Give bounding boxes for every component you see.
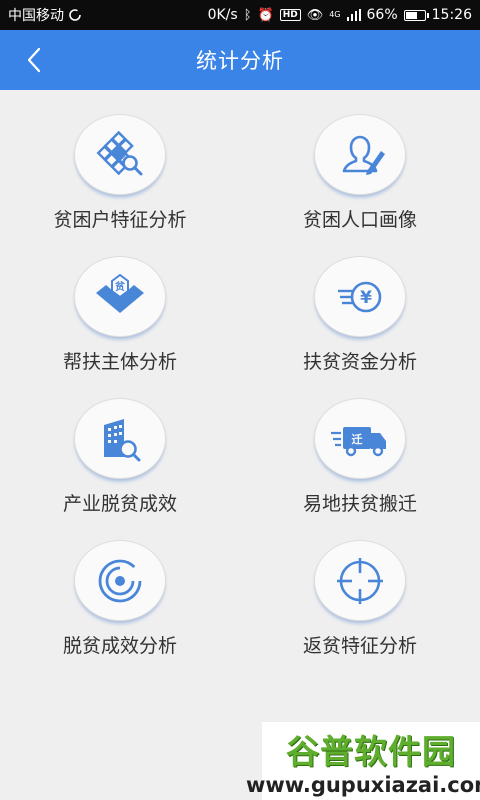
net-speed: 0K/s bbox=[207, 7, 238, 23]
watermark-url: www.gupuxiazai.com bbox=[245, 773, 480, 797]
page-title: 统计分析 bbox=[196, 49, 284, 73]
menu-item-relocation[interactable]: 迁 易地扶贫搬迁 bbox=[240, 374, 480, 516]
grid-magnifier-icon bbox=[96, 130, 143, 175]
menu-icon-circle bbox=[74, 114, 166, 195]
back-button[interactable] bbox=[18, 44, 50, 76]
menu-item-label: 帮扶主体分析 bbox=[62, 351, 177, 373]
clock: 15:26 bbox=[431, 7, 472, 23]
carrier-label: 中国移动 bbox=[8, 8, 64, 24]
menu-item-label: 脱贫成效分析 bbox=[62, 635, 177, 657]
svg-text:贫: 贫 bbox=[115, 280, 126, 293]
app-header: 统计分析 bbox=[0, 30, 480, 90]
menu-item-poverty-population-portrait[interactable]: 贫困人口画像 bbox=[240, 90, 480, 232]
menu-icon-circle: ¥ bbox=[314, 256, 406, 337]
menu-item-return-poverty-features[interactable]: 返贫特征分析 bbox=[240, 516, 480, 658]
menu-icon-circle bbox=[74, 540, 166, 621]
status-bar: 中国移动 0K/s ᛒ ⏰ HD 👁 4G 66% 15:26 bbox=[0, 0, 480, 30]
menu-item-assistance-subject[interactable]: 贫 帮扶主体分析 bbox=[0, 232, 240, 374]
menu-icon-circle bbox=[314, 540, 406, 621]
menu-item-label: 贫困户特征分析 bbox=[53, 209, 187, 231]
menu-item-label: 返贫特征分析 bbox=[302, 635, 417, 657]
building-search-icon bbox=[104, 418, 141, 461]
menu-icon-circle bbox=[74, 398, 166, 479]
chevron-left-icon bbox=[27, 47, 41, 73]
menu-item-label: 易地扶贫搬迁 bbox=[302, 493, 417, 515]
battery-percent: 66% bbox=[366, 7, 398, 23]
battery-icon bbox=[403, 9, 429, 21]
network-type: 4G bbox=[329, 10, 341, 19]
menu-icon-circle: 贫 bbox=[74, 256, 166, 337]
menu-item-poverty-household-features[interactable]: 贫困户特征分析 bbox=[0, 90, 240, 232]
svg-text:迁: 迁 bbox=[352, 432, 363, 446]
sync-icon bbox=[69, 9, 81, 21]
menu-item-label: 贫困人口画像 bbox=[302, 209, 417, 231]
watermark-logo: 谷普软件园 www.gupuxiazai.com bbox=[246, 722, 480, 800]
eye-icon: 👁 bbox=[306, 7, 324, 23]
watermark-title: 谷普软件园 bbox=[286, 732, 456, 771]
user-edit-icon bbox=[342, 135, 385, 175]
handshake-poverty-icon: 贫 bbox=[96, 273, 144, 313]
hd-icon: HD bbox=[279, 9, 301, 21]
alarm-icon: ⏰ bbox=[257, 7, 274, 23]
menu-item-label: 扶贫资金分析 bbox=[302, 351, 417, 373]
menu-item-poverty-funds[interactable]: ¥ 扶贫资金分析 bbox=[240, 232, 480, 374]
menu-item-industry-effect[interactable]: 产业脱贫成效 bbox=[0, 374, 240, 516]
crosshair-icon bbox=[337, 557, 383, 604]
svg-text:¥: ¥ bbox=[360, 288, 372, 308]
moving-truck-icon: 迁 bbox=[331, 426, 386, 456]
menu-item-poverty-exit-effect[interactable]: 脱贫成效分析 bbox=[0, 516, 240, 658]
menu-item-label: 产业脱贫成效 bbox=[62, 493, 177, 515]
menu-icon-circle: 迁 bbox=[314, 398, 406, 479]
yuan-coin-icon: ¥ bbox=[338, 281, 382, 312]
bluetooth-icon: ᛒ bbox=[243, 7, 252, 23]
signal-icon bbox=[346, 9, 361, 21]
menu-icon-circle bbox=[314, 114, 406, 195]
radar-icon bbox=[98, 559, 142, 602]
